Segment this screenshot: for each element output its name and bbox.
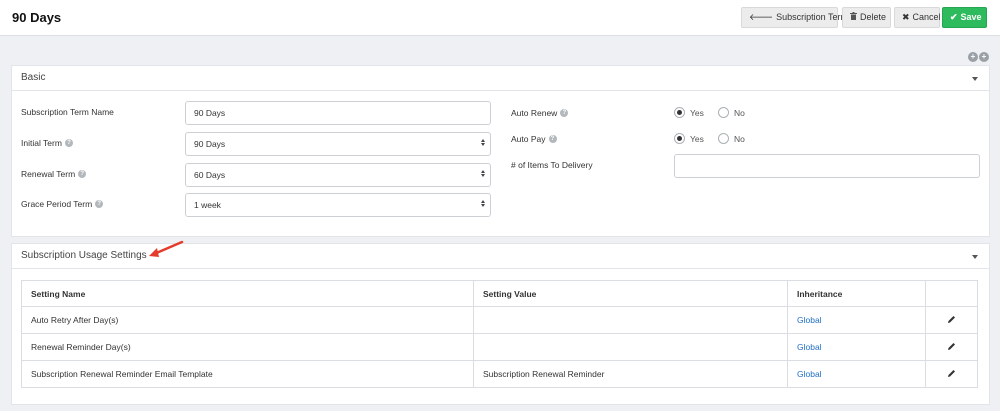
term-name-label: Subscription Term Name (21, 107, 114, 117)
column-header: Inheritance (787, 280, 926, 307)
auto-renew-no-radio[interactable]: No (718, 107, 745, 118)
chevron-down-icon[interactable] (972, 255, 978, 259)
setting-name-cell: Subscription Renewal Reminder Email Temp… (21, 360, 474, 388)
usage-settings-panel: Subscription Usage Settings Setting Name… (11, 243, 990, 405)
page-title: 90 Days (12, 10, 62, 25)
table-row: Renewal Reminder Day(s) Global (21, 333, 978, 361)
setting-value-cell (473, 306, 788, 334)
radio-empty-icon (718, 107, 729, 118)
check-icon: ✔ (950, 12, 958, 22)
auto-pay-no-radio[interactable]: No (718, 133, 745, 144)
usage-settings-table: Setting Name Setting Value Inheritance A… (21, 280, 978, 388)
inheritance-link[interactable]: Global (787, 306, 926, 334)
collapse-all-icon[interactable]: + (979, 52, 989, 62)
cancel-label: Cancel (912, 12, 941, 22)
column-header: Setting Value (473, 280, 788, 307)
expand-collapse-controls: + + (968, 52, 989, 62)
column-header (925, 280, 978, 307)
renewal-term-label: Renewal Term ? (21, 169, 87, 179)
trash-icon (850, 7, 857, 28)
table-row: Subscription Renewal Reminder Email Temp… (21, 360, 978, 388)
renewal-term-select[interactable]: 60 Days (185, 163, 491, 187)
edit-cell (925, 306, 978, 334)
close-icon: ✖ (902, 12, 910, 22)
basic-panel-title: Basic (21, 72, 46, 83)
question-circle-icon: ? (78, 170, 87, 178)
grace-period-select[interactable]: 1 week (185, 193, 491, 217)
pencil-icon[interactable] (947, 342, 956, 353)
save-label: Save (960, 12, 982, 22)
initial-term-select[interactable]: 90 Days (185, 132, 491, 156)
inheritance-link[interactable]: Global (787, 360, 926, 388)
table-header-row: Setting Name Setting Value Inheritance (21, 280, 978, 307)
items-to-delivery-label: # of Items To Delivery (511, 160, 593, 170)
setting-value-cell: Subscription Renewal Reminder (473, 360, 788, 388)
column-header: Setting Name (21, 280, 474, 307)
chevron-down-icon[interactable] (972, 77, 978, 81)
save-button[interactable]: ✔ Save (942, 7, 987, 28)
inheritance-link[interactable]: Global (787, 333, 926, 361)
auto-renew-yes-radio[interactable]: Yes (674, 107, 704, 118)
setting-value-cell (473, 333, 788, 361)
question-circle-icon: ? (548, 135, 557, 143)
items-to-delivery-input[interactable] (674, 154, 980, 178)
subscription-terms-button[interactable]: 🡐 Subscription Terms (741, 7, 853, 28)
usage-settings-title: Subscription Usage Settings (21, 250, 147, 261)
auto-renew-label: Auto Renew ? (511, 108, 569, 118)
select-arrows-icon (481, 200, 485, 207)
basic-panel: Basic Subscription Term Name 90 Days Ini… (11, 65, 990, 237)
edit-cell (925, 333, 978, 361)
setting-name-cell: Renewal Reminder Day(s) (21, 333, 474, 361)
select-arrows-icon (481, 170, 485, 177)
setting-name-cell: Auto Retry After Day(s) (21, 306, 474, 334)
initial-term-label: Initial Term ? (21, 138, 73, 148)
edit-cell (925, 360, 978, 388)
delete-button[interactable]: Delete (842, 7, 891, 28)
annotation-arrow-icon (149, 240, 184, 257)
term-name-input[interactable]: 90 Days (185, 101, 491, 125)
radio-empty-icon (718, 133, 729, 144)
radio-selected-icon (674, 107, 685, 118)
cancel-button[interactable]: ✖ Cancel (894, 7, 941, 28)
pencil-icon[interactable] (947, 315, 956, 326)
arrow-left-icon: 🡐 (749, 12, 774, 22)
pencil-icon[interactable] (947, 369, 956, 380)
question-circle-icon: ? (64, 139, 73, 147)
table-row: Auto Retry After Day(s) Global (21, 306, 978, 334)
basic-panel-header[interactable]: Basic (12, 66, 989, 91)
radio-selected-icon (674, 133, 685, 144)
auto-pay-yes-radio[interactable]: Yes (674, 133, 704, 144)
question-circle-icon: ? (95, 200, 104, 208)
grace-period-label: Grace Period Term ? (21, 199, 104, 209)
question-circle-icon: ? (560, 109, 569, 117)
auto-pay-label: Auto Pay ? (511, 134, 557, 144)
select-arrows-icon (481, 139, 485, 146)
delete-label: Delete (860, 12, 887, 22)
top-bar: 90 Days 🡐 Subscription Terms Delete ✖ Ca… (0, 0, 1000, 36)
expand-all-icon[interactable]: + (968, 52, 978, 62)
